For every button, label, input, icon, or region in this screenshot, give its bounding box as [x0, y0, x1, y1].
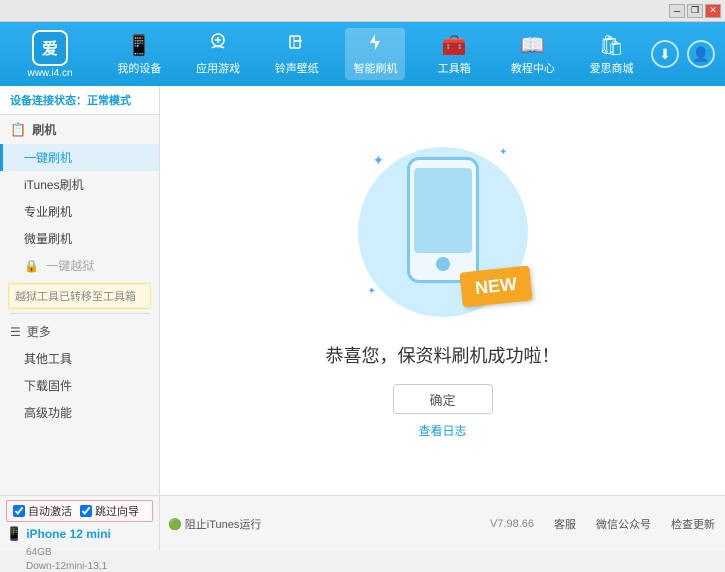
sidebar: 设备连接状态：正常模式 📋 刷机 一键刷机 iTunes刷机 专业刷机 微量刷机…: [0, 86, 160, 495]
status-value: 正常模式: [87, 95, 131, 107]
warning-text: 越狱工具已转移至工具箱: [15, 291, 136, 303]
smart-flash-label: 智能刷机: [353, 60, 397, 76]
itunes-flash-label: iTunes刷机: [24, 178, 84, 192]
user-button[interactable]: 👤: [687, 40, 715, 68]
nav-ringtones[interactable]: 铃声壁纸: [267, 28, 327, 80]
my-device-icon: 📱: [127, 33, 152, 58]
sidebar-item-pro-flash[interactable]: 专业刷机: [0, 198, 159, 225]
sidebar-item-itunes-flash[interactable]: iTunes刷机: [0, 171, 159, 198]
svg-text:爱: 爱: [42, 39, 58, 58]
main-area: 设备连接状态：正常模式 📋 刷机 一键刷机 iTunes刷机 专业刷机 微量刷机…: [0, 86, 725, 495]
connection-status: 设备连接状态：正常模式: [0, 86, 159, 115]
flash-section-header: 📋 刷机: [0, 115, 159, 144]
advanced-label: 高级功能: [24, 406, 72, 420]
more-section-label: 更多: [27, 323, 51, 340]
phone-body: [407, 157, 479, 283]
phone-screen: [414, 168, 472, 253]
other-tools-label: 其他工具: [24, 352, 72, 366]
wechat-link[interactable]: 微信公众号: [596, 516, 651, 532]
flash-section-label: 刷机: [32, 121, 56, 138]
sidebar-item-download-firmware[interactable]: 下载固件: [0, 372, 159, 399]
logo[interactable]: 爱 www.i4.cn: [10, 30, 90, 79]
minimize-button[interactable]: ─: [669, 4, 685, 18]
logo-icon: 爱: [32, 30, 68, 66]
auto-activate-input[interactable]: [13, 505, 25, 517]
device-model: Down-12mini-13,1: [26, 561, 107, 572]
download-button[interactable]: ⬇: [651, 40, 679, 68]
device-storage: 64GB: [26, 547, 52, 558]
apps-games-icon: [208, 32, 228, 58]
version-label: V7.98.66: [490, 518, 534, 530]
bottom-right-section: 🟢 阻止iTunes运行 V7.98.66 客服 微信公众号 检查更新: [160, 496, 725, 551]
check-update-link[interactable]: 检查更新: [671, 516, 715, 532]
nav-smart-flash[interactable]: 智能刷机: [345, 28, 405, 80]
sidebar-item-other-tools[interactable]: 其他工具: [0, 345, 159, 372]
smart-flash-icon: [365, 32, 385, 58]
title-bar: ─ ❐ ✕: [0, 0, 725, 22]
jailbreak-label: 一键越狱: [46, 259, 94, 273]
ringtones-label: 铃声壁纸: [275, 60, 319, 76]
my-device-label: 我的设备: [117, 60, 161, 76]
auto-activate-checkbox[interactable]: 自动激活: [13, 503, 72, 519]
nav-tutorial[interactable]: 📖 教程中心: [503, 29, 563, 80]
checkbox-group: 自动激活 跳过向导: [6, 500, 153, 522]
store-label: 爱思商城: [590, 60, 634, 76]
sidebar-item-one-key-flash[interactable]: 一键刷机: [0, 144, 159, 171]
skip-wizard-label: 跳过向导: [95, 503, 139, 519]
device-details: 64GB Down-12mini-13,1: [6, 544, 153, 572]
device-name: iPhone 12 mini: [26, 527, 111, 541]
retry-link[interactable]: 查看日志: [418, 422, 466, 439]
ringtones-icon: [287, 32, 307, 58]
success-message: 恭喜您，保资料刷机成功啦！: [326, 342, 560, 368]
download-firmware-label: 下载固件: [24, 379, 72, 393]
jailbreak-warning: 越狱工具已转移至工具箱: [8, 283, 151, 309]
phone-illustration: ✦ ✦ ✦ NEW: [353, 142, 533, 322]
bottom-bar: 自动激活 跳过向导 📱 iPhone 12 mini 64GB Down-12m…: [0, 495, 725, 551]
lock-icon: 🔒: [24, 259, 39, 273]
header-right-buttons: ⬇ 👤: [651, 40, 715, 68]
status-label-prefix: 设备连接状态：: [10, 95, 87, 107]
phone-home-btn: [436, 257, 450, 271]
restore-button[interactable]: ❐: [687, 4, 703, 18]
content-area: ✦ ✦ ✦ NEW 恭喜您，保资料刷机成功啦！ 确定 查看日志: [160, 86, 725, 495]
skip-wizard-input[interactable]: [80, 505, 92, 517]
nav-my-device[interactable]: 📱 我的设备: [109, 29, 169, 80]
toolbox-icon: 🧰: [442, 33, 467, 58]
device-phone-icon: 📱: [6, 526, 22, 542]
more-section-icon: ☰: [10, 325, 21, 339]
nav-bar: 📱 我的设备 应用游戏 铃声壁纸: [100, 28, 651, 80]
header: 爱 www.i4.cn 📱 我的设备 应用游戏: [0, 22, 725, 86]
nav-toolbox[interactable]: 🧰 工具箱: [424, 29, 484, 80]
micro-flash-label: 微量刷机: [24, 232, 72, 246]
sparkle-bottom-left: ✦: [368, 286, 376, 297]
device-info: 📱 iPhone 12 mini: [6, 526, 153, 542]
sparkle-left: ✦: [373, 152, 385, 169]
new-badge: NEW: [459, 265, 532, 307]
close-button[interactable]: ✕: [705, 4, 721, 18]
tutorial-icon: 📖: [520, 33, 545, 58]
flash-section-icon: 📋: [10, 122, 26, 138]
sidebar-divider: [10, 313, 149, 314]
auto-activate-label: 自动激活: [28, 503, 72, 519]
more-section-header: ☰ 更多: [0, 318, 159, 345]
logo-url: www.i4.cn: [27, 68, 72, 79]
nav-apps-games[interactable]: 应用游戏: [188, 28, 248, 80]
tutorial-label: 教程中心: [511, 60, 555, 76]
itunes-status: 🟢 阻止iTunes运行: [168, 516, 261, 532]
skip-wizard-checkbox[interactable]: 跳过向导: [80, 503, 139, 519]
sidebar-item-micro-flash[interactable]: 微量刷机: [0, 225, 159, 252]
sidebar-item-advanced[interactable]: 高级功能: [0, 399, 159, 426]
bottom-left-section: 自动激活 跳过向导 📱 iPhone 12 mini 64GB Down-12m…: [0, 496, 160, 551]
sidebar-item-jailbreak-disabled: 🔒 一键越狱: [0, 252, 159, 279]
one-key-flash-label: 一键刷机: [24, 151, 72, 165]
toolbox-label: 工具箱: [438, 60, 471, 76]
nav-store[interactable]: 🛍 爱思商城: [582, 29, 642, 80]
store-icon: 🛍: [599, 33, 624, 58]
sparkle-top-right: ✦: [499, 147, 507, 158]
customer-service-link[interactable]: 客服: [554, 516, 576, 532]
apps-games-label: 应用游戏: [196, 60, 240, 76]
confirm-button[interactable]: 确定: [393, 384, 493, 414]
pro-flash-label: 专业刷机: [24, 205, 72, 219]
